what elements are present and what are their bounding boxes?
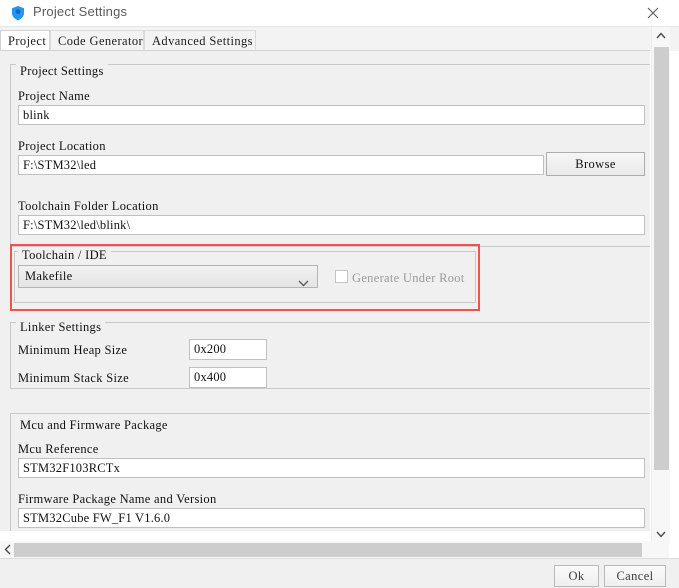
vertical-scrollbar-thumb[interactable] xyxy=(654,47,669,470)
close-icon[interactable] xyxy=(635,0,671,26)
ok-button[interactable]: Ok xyxy=(554,565,599,587)
firmware-package-input[interactable]: STM32Cube FW_F1 V1.6.0 xyxy=(18,508,645,528)
project-settings-group-title: Project Settings xyxy=(16,64,108,79)
dialog-button-bar: Ok Cancel xyxy=(0,558,679,588)
toolchain-folder-label: Toolchain Folder Location xyxy=(18,199,159,213)
generate-under-root-label: Generate Under Root xyxy=(352,271,465,285)
firmware-package-label: Firmware Package Name and Version xyxy=(18,492,217,506)
project-name-input[interactable]: blink xyxy=(18,105,645,125)
toolchain-folder-input[interactable]: F:\STM32\led\blink\ xyxy=(18,215,645,235)
mcu-reference-input[interactable]: STM32F103RCTx xyxy=(18,458,645,478)
minimum-heap-size-input[interactable]: 0x200 xyxy=(189,339,267,360)
generate-under-root-checkbox[interactable] xyxy=(335,270,348,283)
mcu-firmware-group-title: Mcu and Firmware Package xyxy=(16,418,172,433)
vertical-scrollbar[interactable] xyxy=(651,27,670,543)
tab-project[interactable]: Project xyxy=(0,30,50,52)
settings-content-panel: Project Settings Project Name blink Proj… xyxy=(0,51,650,531)
minimum-heap-size-label: Minimum Heap Size xyxy=(18,343,128,357)
chevron-down-icon xyxy=(298,274,309,292)
chevron-up-icon[interactable] xyxy=(652,27,670,45)
mcu-reference-label: Mcu Reference xyxy=(18,442,99,456)
toolchain-ide-select[interactable]: Makefile xyxy=(18,265,318,288)
project-location-input[interactable]: F:\STM32\led xyxy=(18,155,544,175)
minimum-stack-size-label: Minimum Stack Size xyxy=(18,371,129,385)
tab-bar: Project Code Generator Advanced Settings xyxy=(0,27,679,52)
tab-advanced-settings[interactable]: Advanced Settings xyxy=(144,30,256,51)
toolchain-ide-selected-value: Makefile xyxy=(25,269,73,283)
linker-settings-group-title: Linker Settings xyxy=(16,320,106,335)
title-bar: Project Settings xyxy=(0,0,679,27)
project-location-label: Project Location xyxy=(18,139,106,153)
shield-icon xyxy=(10,5,26,21)
horizontal-scrollbar[interactable] xyxy=(0,541,669,558)
tab-code-generator[interactable]: Code Generator xyxy=(50,30,144,51)
scrollbar-corner xyxy=(651,541,669,558)
minimum-stack-size-input[interactable]: 0x400 xyxy=(189,367,267,388)
project-name-label: Project Name xyxy=(18,89,90,103)
browse-button[interactable]: Browse xyxy=(546,152,645,176)
horizontal-scrollbar-thumb[interactable] xyxy=(14,543,642,557)
cancel-button[interactable]: Cancel xyxy=(604,565,666,587)
window-title: Project Settings xyxy=(33,4,128,19)
toolchain-ide-group-title: Toolchain / IDE xyxy=(18,248,111,263)
